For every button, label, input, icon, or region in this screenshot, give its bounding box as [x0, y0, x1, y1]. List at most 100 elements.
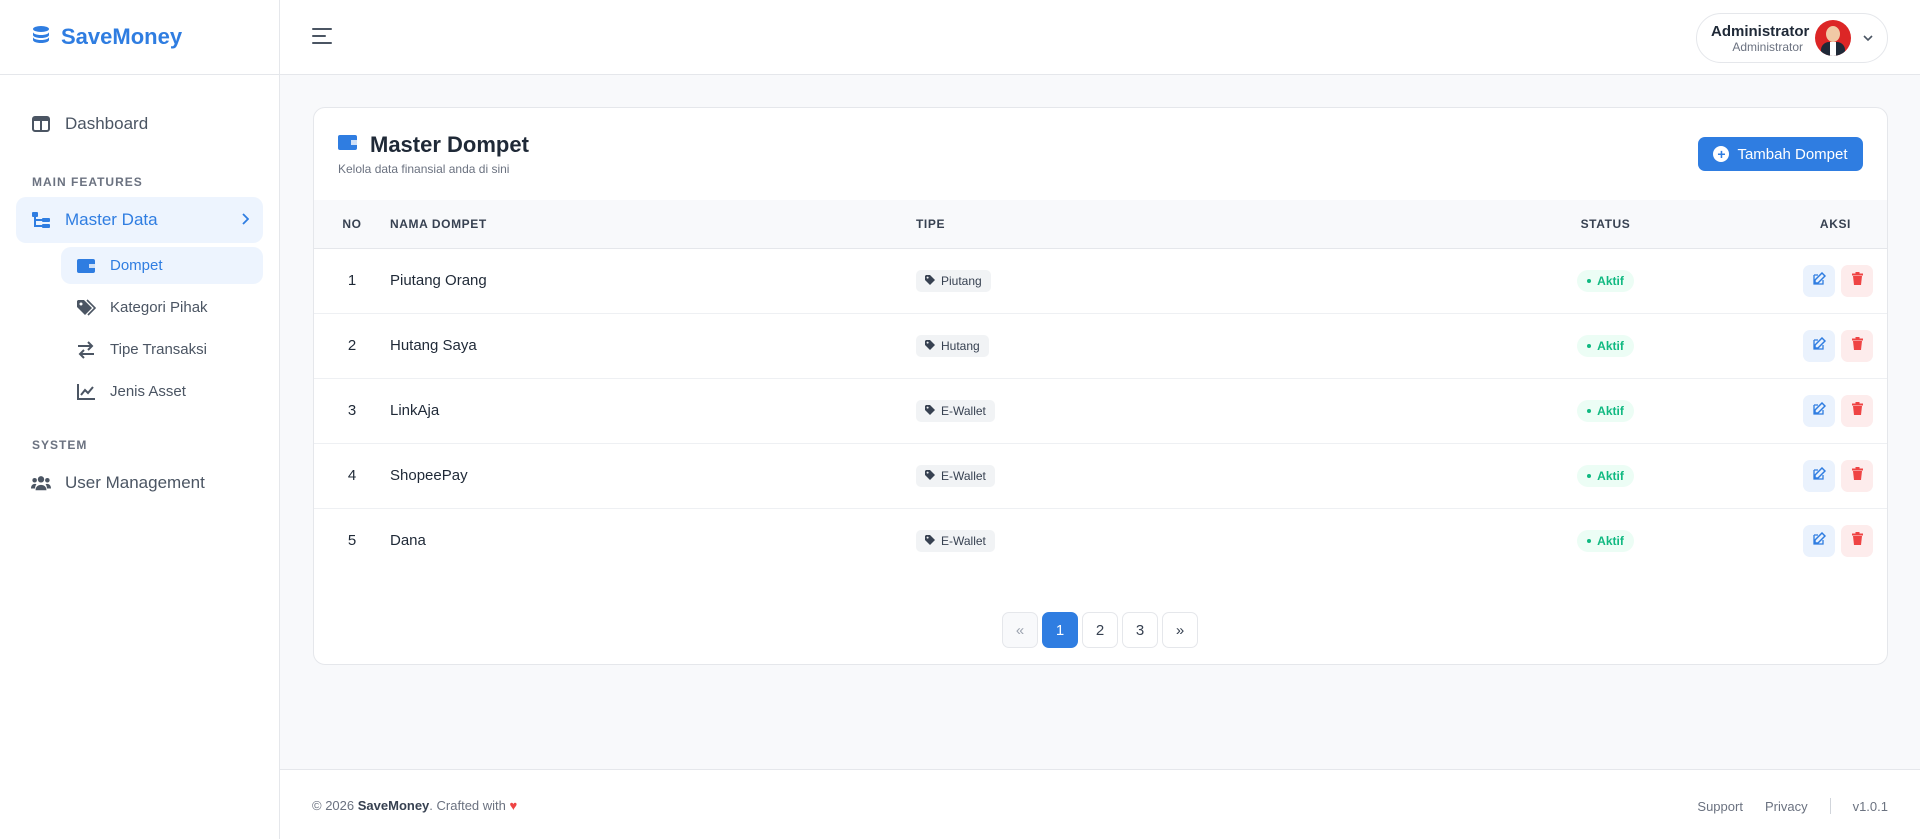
edit-icon	[1812, 466, 1826, 484]
status-dot-icon	[1587, 343, 1592, 348]
trash-icon	[1851, 272, 1863, 289]
sidebar-subitem-tipe-transaksi[interactable]: Tipe Transaksi	[61, 331, 263, 368]
sidebar-subitem-label: Jenis Asset	[110, 383, 186, 400]
delete-button[interactable]	[1841, 329, 1873, 362]
tags-icon	[76, 298, 96, 318]
footer: © 2026 SaveMoney. Crafted with ♥ Support…	[280, 769, 1920, 839]
wallet-table: NO NAMA DOMPET TIPE STATUS AKSI 1 Piutan…	[314, 200, 1887, 573]
status-badge: Aktif	[1577, 529, 1634, 552]
add-wallet-button[interactable]: + Tambah Dompet	[1698, 137, 1863, 171]
tag-icon	[925, 469, 935, 483]
user-menu[interactable]: Administrator Administrator	[1696, 13, 1888, 63]
delete-button[interactable]	[1841, 524, 1873, 557]
status-dot-icon	[1587, 473, 1592, 478]
sidebar-subitem-jenis-asset[interactable]: Jenis Asset	[61, 373, 263, 410]
edit-icon	[1812, 336, 1826, 354]
status-label: Aktif	[1597, 403, 1624, 418]
footer-link-support[interactable]: Support	[1697, 799, 1743, 814]
row-number: 3	[314, 378, 390, 444]
status-label: Aktif	[1597, 533, 1624, 548]
edit-button[interactable]	[1803, 329, 1835, 362]
status-label: Aktif	[1597, 273, 1624, 288]
wallet-name: Dana	[390, 532, 426, 550]
wallet-name: Hutang Saya	[390, 313, 916, 379]
pagination-next[interactable]: »	[1162, 612, 1198, 648]
sidebar-subitem-kategori-pihak[interactable]: Kategori Pihak	[61, 289, 263, 326]
type-badge: Hutang	[916, 334, 989, 357]
footer-link-privacy[interactable]: Privacy	[1765, 799, 1808, 814]
edit-button[interactable]	[1803, 459, 1835, 492]
section-label-system: SYSTEM	[32, 438, 88, 452]
chevron-down-icon	[1863, 29, 1873, 47]
footer-divider	[1829, 798, 1831, 814]
coins-icon	[31, 25, 51, 50]
sitemap-icon	[31, 210, 51, 230]
edit-button[interactable]	[1803, 524, 1835, 557]
row-number: 4	[314, 443, 390, 509]
footer-copyright: © 2026	[312, 798, 355, 813]
type-label: E-Wallet	[941, 403, 986, 418]
table-row: 5 Dana E-Wallet Aktif	[314, 508, 1887, 573]
sidebar-subitem-label: Dompet	[110, 257, 163, 274]
type-label: Piutang	[941, 273, 982, 288]
sidebar-item-label: Dashboard	[65, 114, 149, 133]
footer-brand: SaveMoney	[357, 798, 430, 813]
table-row: 4 ShopeePay E-Wallet Aktif	[314, 443, 1887, 509]
edit-button[interactable]	[1803, 264, 1835, 297]
status-badge: Aktif	[1577, 334, 1634, 357]
column-header-name: NAMA DOMPET	[390, 200, 916, 249]
sidebar-item-dashboard[interactable]: Dashboard	[16, 101, 263, 147]
delete-button[interactable]	[1841, 264, 1873, 297]
sidebar-subitem-label: Kategori Pihak	[110, 299, 208, 316]
wallet-name: ShopeePay	[390, 443, 916, 509]
column-header-type: TIPE	[916, 200, 1516, 249]
pagination-prev[interactable]: «	[1002, 612, 1038, 648]
chart-line-icon	[76, 382, 96, 402]
topbar: Administrator Administrator	[280, 0, 1920, 75]
type-label: Hutang	[941, 338, 980, 353]
brand[interactable]: SaveMoney	[0, 0, 279, 75]
add-wallet-label: Tambah Dompet	[1737, 145, 1848, 163]
delete-button[interactable]	[1841, 394, 1873, 427]
page-subtitle: Kelola data finansial anda di sini	[338, 162, 510, 176]
sidebar-item-label: Master Data	[65, 210, 158, 229]
columns-icon	[31, 114, 51, 134]
edit-button[interactable]	[1803, 394, 1835, 427]
trash-icon	[1851, 402, 1863, 419]
trash-icon	[1851, 532, 1863, 549]
pagination-page-3[interactable]: 3	[1122, 612, 1158, 648]
type-label: E-Wallet	[941, 468, 986, 483]
avatar	[1815, 20, 1851, 56]
status-badge: Aktif	[1577, 464, 1634, 487]
status-dot-icon	[1587, 408, 1592, 413]
pagination-page-2[interactable]: 2	[1082, 612, 1118, 648]
column-header-no: NO	[314, 200, 390, 249]
user-role: Administrator	[1732, 39, 1803, 54]
sidebar-subitem-dompet[interactable]: Dompet	[61, 247, 263, 284]
edit-icon	[1812, 532, 1826, 549]
tag-icon	[925, 534, 935, 548]
status-dot-icon	[1587, 538, 1592, 543]
status-label: Aktif	[1597, 338, 1624, 353]
row-number: 2	[314, 313, 390, 379]
type-badge: E-Wallet	[916, 464, 995, 487]
row-number: 5	[347, 532, 357, 550]
sidebar-item-master-data[interactable]: Master Data	[16, 197, 263, 243]
column-header-status: STATUS	[1516, 200, 1695, 249]
table-row: 3 LinkAja E-Wallet Aktif	[314, 378, 1887, 444]
trash-icon	[1851, 337, 1863, 354]
sidebar-item-label: User Management	[65, 473, 205, 492]
wallet-icon	[76, 256, 96, 276]
wallet-card: Master Dompet Kelola data finansial anda…	[313, 107, 1888, 665]
status-badge: Aktif	[1577, 269, 1634, 292]
sidebar-item-user-management[interactable]: User Management	[16, 460, 263, 506]
status-dot-icon	[1587, 278, 1592, 283]
wallet-name: Piutang Orang	[390, 248, 916, 314]
menu-toggle-icon[interactable]	[312, 28, 332, 46]
table-row: 1 Piutang Orang Piutang Aktif	[314, 248, 1887, 314]
delete-button[interactable]	[1841, 459, 1873, 492]
pagination-page-1[interactable]: 1	[1042, 612, 1078, 648]
trash-icon	[1851, 467, 1863, 484]
sidebar: SaveMoney Dashboard MAIN FEATURES Master…	[0, 0, 280, 839]
pagination: « 1 2 3 »	[1002, 612, 1198, 648]
